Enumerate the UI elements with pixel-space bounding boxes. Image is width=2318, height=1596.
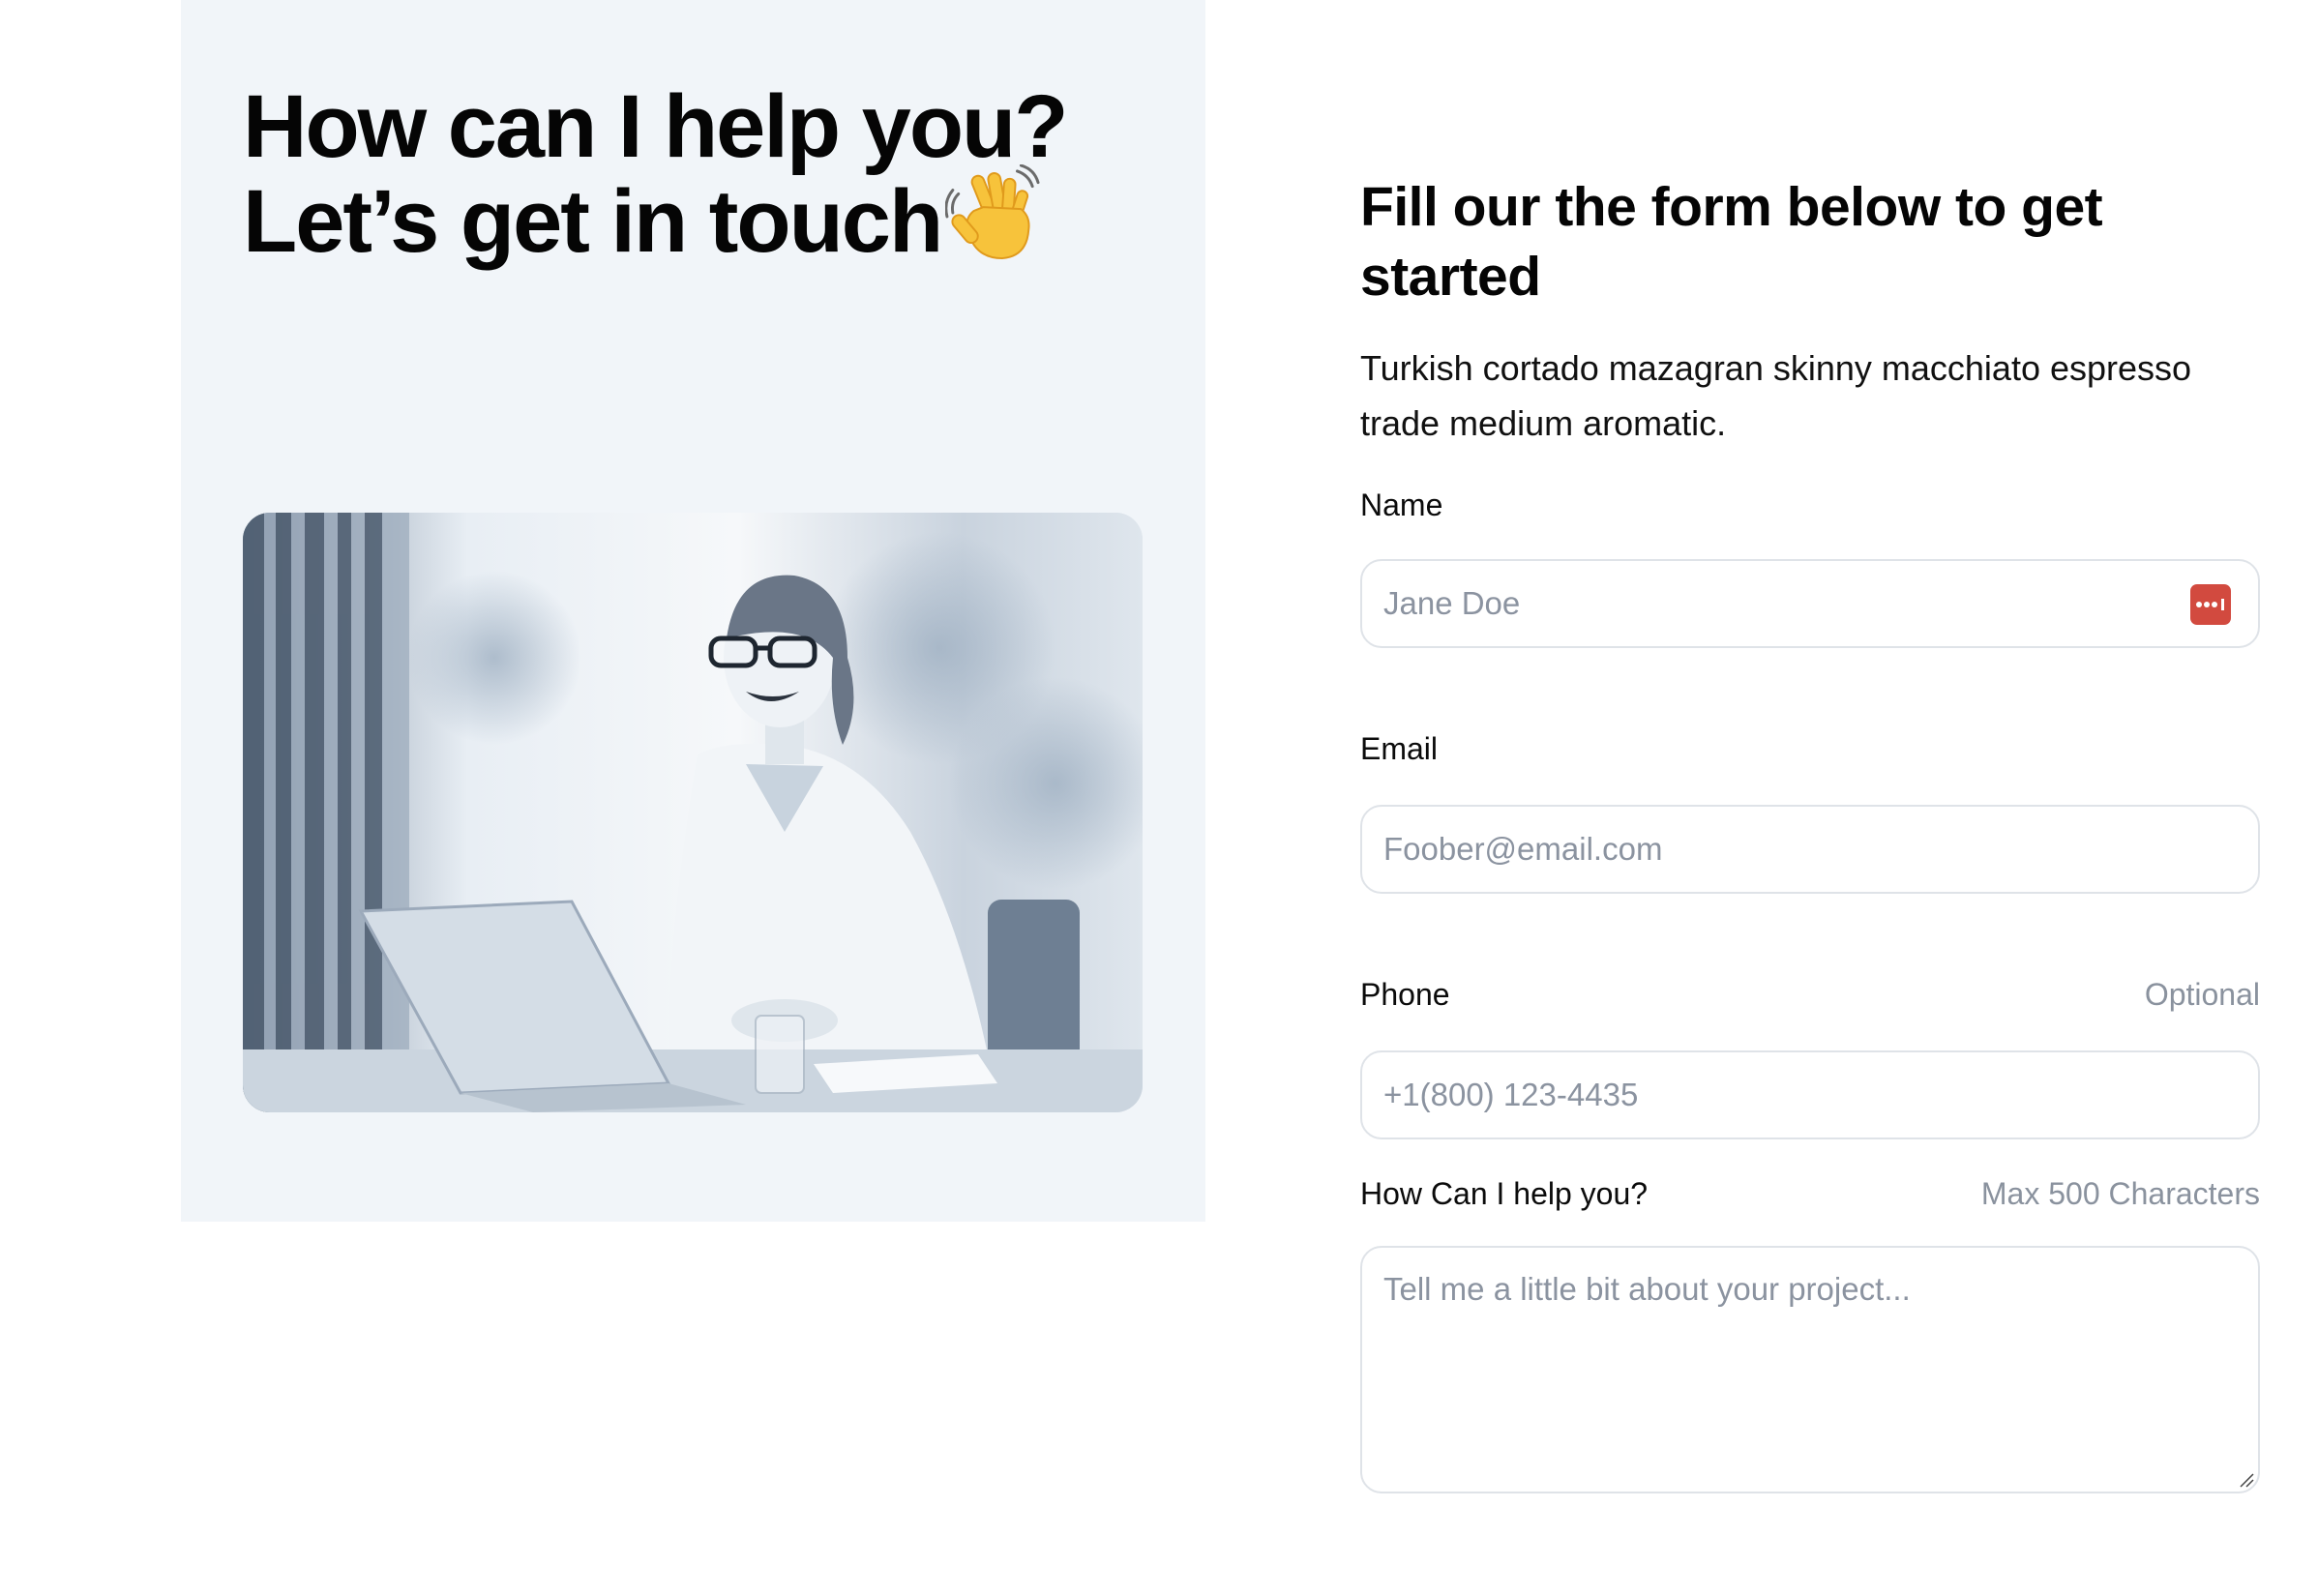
message-textarea[interactable] [1360, 1246, 2260, 1493]
resize-handle-icon[interactable] [2239, 1472, 2254, 1488]
password-manager-icon[interactable] [2190, 584, 2231, 625]
woman-at-laptop-photo [243, 513, 1143, 1112]
form-title: Fill our the form below to get started [1360, 176, 2103, 308]
waving-hand-icon [945, 164, 1040, 260]
hero-title: How can I help you? Let’s get in touch [243, 77, 1068, 271]
phone-label-row: Phone Optional [1360, 973, 2260, 1016]
message-field-wrapper [1360, 1246, 2260, 1493]
hero-title-line-1: How can I help you? [243, 77, 1068, 176]
phone-optional-hint: Optional [2144, 976, 2260, 1012]
hero-title-line-2: Let’s get in touch [243, 164, 1066, 271]
email-label: Email [1360, 730, 1439, 766]
message-max-hint: Max 500 Characters [1980, 1175, 2260, 1211]
email-input[interactable] [1360, 805, 2260, 894]
hero-title-line-2-text: Let’s get in touch [243, 172, 943, 271]
phone-input[interactable] [1360, 1050, 2260, 1139]
message-label: How Can I help you? [1360, 1175, 1649, 1211]
password-dots-icon [2196, 599, 2224, 610]
contact-form: Fill our the form below to get started T… [1360, 0, 2260, 1596]
name-input[interactable] [1360, 559, 2260, 648]
name-field-wrapper [1360, 559, 2260, 648]
form-description: Turkish cortado mazagran skinny macchiat… [1360, 348, 2192, 443]
phone-label: Phone [1360, 976, 1450, 1012]
name-label: Name [1360, 487, 1443, 522]
message-label-row: How Can I help you? Max 500 Characters [1360, 1172, 2260, 1215]
photo-illustration [243, 513, 1143, 1112]
hero-panel: How can I help you? Let’s get in touch [181, 0, 1205, 1222]
email-label-row: Email [1360, 727, 2260, 770]
name-label-row: Name [1360, 484, 2260, 526]
